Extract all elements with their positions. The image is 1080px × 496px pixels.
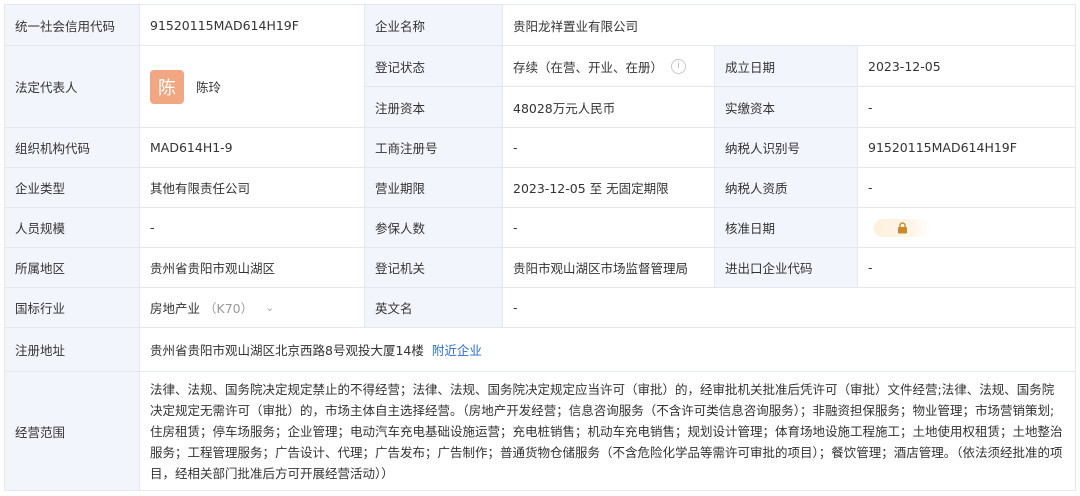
reg-authority-label: 登记机关 — [365, 248, 503, 288]
taxpayer-id-label: 纳税人识别号 — [715, 128, 858, 168]
region-value: 贵州省贵阳市观山湖区 — [140, 248, 365, 288]
scope-value: 法律、法规、国务院决定规定禁止的不得经营；法律、法规、国务院决定规定应当许可（审… — [140, 372, 1075, 490]
company-info-table: 统一社会信用代码 91520115MAD614H19F 企业名称 贵阳龙祥置业有… — [4, 4, 1076, 491]
est-date-value: 2023-12-05 — [858, 46, 1075, 87]
address-label: 注册地址 — [5, 328, 140, 372]
paid-capital-value: - — [858, 87, 1075, 128]
legal-rep-cell[interactable]: 陈 陈玲 — [140, 46, 365, 128]
industry-value-cell[interactable]: 房地产业 （K70） ⌄ — [140, 288, 365, 328]
legal-rep-name[interactable]: 陈玲 — [196, 77, 221, 96]
est-date-label: 成立日期 — [715, 46, 858, 87]
biz-reg-no-value: - — [503, 128, 715, 168]
org-code-value: MAD614H1-9 — [140, 128, 365, 168]
ie-code-value: - — [858, 248, 1075, 288]
staff-size-label: 人员规模 — [5, 208, 140, 248]
avatar: 陈 — [150, 69, 184, 104]
org-code-label: 组织机构代码 — [5, 128, 140, 168]
lock-badge[interactable] — [874, 218, 930, 237]
approval-date-value[interactable] — [858, 208, 1075, 248]
info-circle-icon[interactable]: i — [671, 58, 687, 74]
english-name-value: - — [503, 288, 1075, 328]
biz-term-label: 营业期限 — [365, 168, 503, 208]
address-value: 贵州省贵阳市观山湖区北京西路8号观投大厦14楼 — [150, 343, 424, 358]
company-name-label: 企业名称 — [365, 5, 503, 46]
address-value-cell: 贵州省贵阳市观山湖区北京西路8号观投大厦14楼 附近企业 — [140, 328, 1075, 372]
taxpayer-qual-value: - — [858, 168, 1075, 208]
legal-rep-label: 法定代表人 — [5, 46, 140, 128]
credit-code-value: 91520115MAD614H19F — [140, 5, 365, 46]
company-type-label: 企业类型 — [5, 168, 140, 208]
taxpayer-qual-label: 纳税人资质 — [715, 168, 858, 208]
paid-capital-label: 实缴资本 — [715, 87, 858, 128]
reg-capital-label: 注册资本 — [365, 87, 503, 128]
insured-label: 参保人数 — [365, 208, 503, 248]
taxpayer-id-value: 91520115MAD614H19F — [858, 128, 1075, 168]
insured-value: - — [503, 208, 715, 248]
biz-reg-no-label: 工商注册号 — [365, 128, 503, 168]
english-name-label: 英文名 — [365, 288, 503, 328]
industry-code: （K70） — [204, 301, 254, 316]
credit-code-label: 统一社会信用代码 — [5, 5, 140, 46]
biz-term-value: 2023-12-05 至 无固定期限 — [503, 168, 715, 208]
reg-status-label: 登记状态 — [365, 46, 503, 87]
industry-label: 国标行业 — [5, 288, 140, 328]
industry-value: 房地产业 — [150, 301, 201, 316]
region-label: 所属地区 — [5, 248, 140, 288]
scope-label: 经营范围 — [5, 372, 140, 490]
staff-size-value: - — [140, 208, 365, 248]
reg-capital-value: 48028万元人民币 — [503, 87, 715, 128]
reg-authority-value: 贵阳市观山湖区市场监督管理局 — [503, 248, 715, 288]
ie-code-label: 进出口企业代码 — [715, 248, 858, 288]
chevron-down-icon[interactable]: ⌄ — [265, 301, 274, 314]
lock-icon — [897, 221, 907, 233]
reg-status-value: 存续（在营、开业、在册） — [513, 59, 664, 75]
company-type-value: 其他有限责任公司 — [140, 168, 365, 208]
nearby-companies-link[interactable]: 附近企业 — [432, 340, 482, 359]
reg-status-value-cell: 存续（在营、开业、在册） i — [503, 46, 715, 87]
approval-date-label: 核准日期 — [715, 208, 858, 248]
company-name-value: 贵阳龙祥置业有限公司 — [503, 5, 1075, 46]
